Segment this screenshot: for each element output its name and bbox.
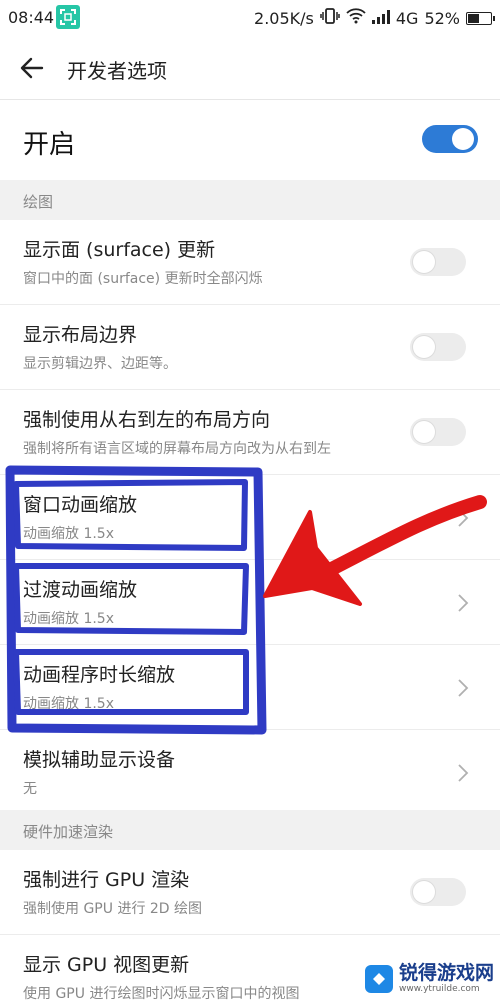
row-title: 动画程序时长缩放 xyxy=(23,664,176,686)
setting-row-force-rtl[interactable]: 强制使用从右到左的布局方向 强制将所有语言区域的屏幕布局方向改为从右到左 xyxy=(0,390,500,475)
row-subtitle: 动画缩放 1.5x xyxy=(23,611,114,627)
chevron-right-icon xyxy=(458,594,469,612)
setting-row-animator-duration-scale[interactable]: 动画程序时长缩放 动画缩放 1.5x xyxy=(0,645,500,730)
master-toggle[interactable] xyxy=(422,125,478,153)
vibrate-icon xyxy=(320,7,340,29)
setting-row-layout-bounds[interactable]: 显示布局边界 显示剪辑边界、边距等。 xyxy=(0,305,500,390)
section-header-hw-accel: 硬件加速渲染 xyxy=(0,810,500,850)
scan-icon xyxy=(56,5,80,29)
wifi-icon xyxy=(346,8,366,28)
network-type: 4G xyxy=(395,8,419,28)
back-button[interactable] xyxy=(16,54,48,82)
row-subtitle: 无 xyxy=(23,781,37,797)
signal-icon xyxy=(371,9,390,28)
setting-row-simulate-secondary-display[interactable]: 模拟辅助显示设备 无 xyxy=(0,730,500,815)
row-title: 显示 GPU 视图更新 xyxy=(23,954,190,976)
row-title: 强制使用从右到左的布局方向 xyxy=(23,409,271,431)
chevron-right-icon xyxy=(458,764,469,782)
back-arrow-icon xyxy=(20,57,44,79)
row-title: 显示面 (surface) 更新 xyxy=(23,239,216,261)
row-title: 显示布局边界 xyxy=(23,324,138,346)
row-subtitle: 动画缩放 1.5x xyxy=(23,526,114,542)
layout-bounds-toggle[interactable] xyxy=(410,333,466,361)
watermark: 锐得游戏网 www.ytruilde.com xyxy=(364,962,494,994)
row-title: 模拟辅助显示设备 xyxy=(23,749,176,771)
row-subtitle: 强制将所有语言区域的屏幕布局方向改为从右到左 xyxy=(23,441,331,457)
row-subtitle: 窗口中的面 (surface) 更新时全部闪烁 xyxy=(23,271,263,287)
section-title: 硬件加速渲染 xyxy=(23,823,114,841)
row-subtitle: 动画缩放 1.5x xyxy=(23,696,114,712)
battery-percent: 52% xyxy=(424,8,460,28)
status-time: 08:44 xyxy=(8,8,55,27)
row-title: 窗口动画缩放 xyxy=(23,494,138,516)
developer-options-master-row[interactable]: 开启 xyxy=(0,100,500,180)
row-title: 过渡动画缩放 xyxy=(23,579,138,601)
row-subtitle: 强制使用 GPU 进行 2D 绘图 xyxy=(23,901,203,917)
chevron-right-icon xyxy=(458,509,469,527)
app-header: 开发者选项 xyxy=(0,34,500,100)
watermark-url: www.ytruilde.com xyxy=(398,984,480,994)
section-header-drawing: 绘图 xyxy=(0,180,500,220)
setting-row-force-gpu-rendering[interactable]: 强制进行 GPU 渲染 强制使用 GPU 进行 2D 绘图 xyxy=(0,850,500,935)
master-switch-label: 开启 xyxy=(23,130,76,160)
row-title: 强制进行 GPU 渲染 xyxy=(23,869,190,891)
section-title: 绘图 xyxy=(23,193,54,211)
page-title: 开发者选项 xyxy=(67,59,167,83)
surface-updates-toggle[interactable] xyxy=(410,248,466,276)
setting-row-window-animation-scale[interactable]: 窗口动画缩放 动画缩放 1.5x xyxy=(0,475,500,560)
force-rtl-toggle[interactable] xyxy=(410,418,466,446)
watermark-title: 锐得游戏网 xyxy=(398,962,494,984)
setting-row-surface-updates[interactable]: 显示面 (surface) 更新 窗口中的面 (surface) 更新时全部闪烁 xyxy=(0,220,500,305)
watermark-logo-icon xyxy=(364,965,393,993)
status-bar: 08:44 2.05K/s 4G 52% xyxy=(0,0,500,34)
network-speed: 2.05K/s xyxy=(254,8,314,28)
status-right: 2.05K/s 4G 52% xyxy=(254,7,495,29)
row-subtitle: 显示剪辑边界、边距等。 xyxy=(23,356,177,372)
chevron-right-icon xyxy=(458,679,469,697)
row-subtitle: 使用 GPU 进行绘图时闪烁显示窗口中的视图 xyxy=(23,986,300,1000)
setting-row-transition-animation-scale[interactable]: 过渡动画缩放 动画缩放 1.5x xyxy=(0,560,500,645)
force-gpu-toggle[interactable] xyxy=(410,878,466,906)
battery-icon xyxy=(466,11,495,25)
